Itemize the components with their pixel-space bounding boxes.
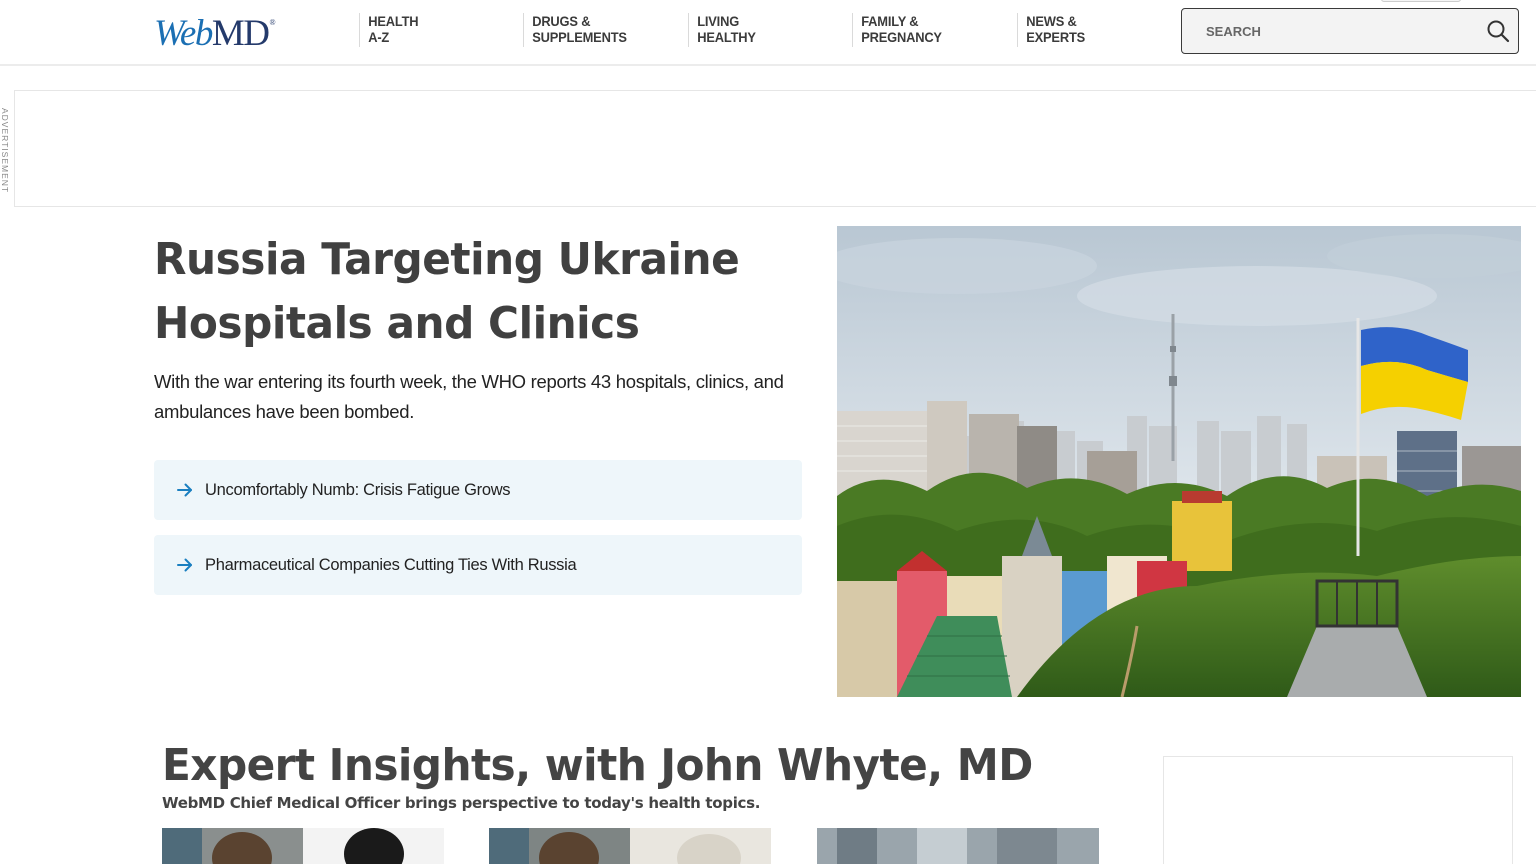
nav-drugs-supplements[interactable]: DRUGS & SUPPLEMENTS bbox=[523, 13, 627, 47]
nav-label-line2: HEALTHY bbox=[697, 29, 756, 45]
logo-web-text: Web bbox=[154, 13, 213, 54]
kyiv-skyline-illustration bbox=[837, 226, 1521, 697]
site-header: Web MD ® HEALTH A-Z DRUGS & SUPPLEMENTS LI… bbox=[0, 0, 1536, 66]
video-thumbnail-image bbox=[817, 828, 1099, 864]
expert-insights-heading: Expert Insights, with John Whyte, MD bbox=[162, 740, 1033, 791]
video-thumbnail-2[interactable] bbox=[489, 828, 771, 864]
nav-label-line1: HEALTH bbox=[368, 13, 419, 29]
nav-label-line1: FAMILY & bbox=[861, 13, 919, 29]
search-box bbox=[1181, 8, 1519, 54]
search-input[interactable] bbox=[1182, 9, 1472, 53]
nav-label-line2: A-Z bbox=[368, 29, 390, 45]
nav-news-experts[interactable]: NEWS & EXPERTS bbox=[1017, 13, 1085, 47]
video-thumbnail-image bbox=[489, 828, 771, 864]
nav-label-line1: NEWS & bbox=[1026, 13, 1077, 29]
nav-label-line2: SUPPLEMENTS bbox=[532, 29, 627, 45]
related-link-text: Pharmaceutical Companies Cutting Ties Wi… bbox=[205, 555, 577, 574]
sidebar-ad-box[interactable] bbox=[1163, 756, 1513, 864]
nav-family-pregnancy[interactable]: FAMILY & PREGNANCY bbox=[852, 13, 942, 47]
logo-registered-mark: ® bbox=[269, 18, 275, 27]
nav-label-line2: PREGNANCY bbox=[861, 29, 942, 45]
arrow-right-icon bbox=[177, 483, 192, 497]
video-thumbnail-image bbox=[162, 828, 444, 864]
hero-headline[interactable]: Russia Targeting Ukraine Hospitals and C… bbox=[154, 228, 788, 356]
video-thumbnail-3[interactable] bbox=[817, 828, 1099, 864]
related-link-crisis-fatigue[interactable]: Uncomfortably Numb: Crisis Fatigue Grows bbox=[154, 460, 802, 520]
nav-health-a-z[interactable]: HEALTH A-Z bbox=[359, 13, 419, 47]
magnifier-icon[interactable] bbox=[1486, 19, 1510, 43]
video-thumbnail-1[interactable] bbox=[162, 828, 444, 864]
advertisement-banner[interactable] bbox=[14, 90, 1536, 207]
webmd-logo[interactable]: Web MD ® bbox=[154, 12, 275, 54]
top-tab-handle[interactable] bbox=[1381, 0, 1461, 2]
nav-label-line1: DRUGS & bbox=[532, 13, 591, 29]
logo-md-text: MD bbox=[211, 13, 270, 54]
hero-image-kyiv-skyline[interactable] bbox=[837, 226, 1521, 697]
advertisement-label: ADVERTISEMENT bbox=[0, 108, 10, 194]
related-link-pharma-companies[interactable]: Pharmaceutical Companies Cutting Ties Wi… bbox=[154, 535, 802, 595]
expert-insights-subtitle: WebMD Chief Medical Officer brings persp… bbox=[162, 794, 761, 812]
nav-living-healthy[interactable]: LIVING HEALTHY bbox=[688, 13, 756, 47]
nav-label-line2: EXPERTS bbox=[1026, 29, 1086, 45]
nav-label-line1: LIVING bbox=[697, 13, 740, 29]
arrow-right-icon bbox=[177, 558, 192, 572]
hero-description: With the war entering its fourth week, t… bbox=[154, 371, 784, 422]
related-link-text: Uncomfortably Numb: Crisis Fatigue Grows bbox=[205, 480, 511, 499]
